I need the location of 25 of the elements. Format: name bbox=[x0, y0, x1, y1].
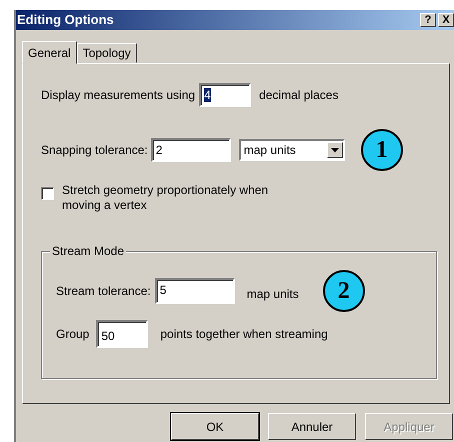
tab[interactable]: General bbox=[22, 41, 77, 64]
tab[interactable]: Topology bbox=[76, 43, 137, 63]
window-title: Editing Options bbox=[17, 11, 115, 30]
field-label: Display measurements using bbox=[41, 87, 196, 104]
field-suffix: decimal places bbox=[259, 87, 338, 104]
snapping-tolerance-field[interactable]: 2 bbox=[150, 138, 231, 162]
checkbox[interactable] bbox=[41, 187, 54, 200]
callout-number: 2 bbox=[322, 270, 365, 312]
callout-number: 1 bbox=[360, 129, 403, 171]
field-label: Stream tolerance: bbox=[56, 283, 151, 300]
group-title: Stream Mode bbox=[50, 244, 126, 258]
checkbox-label: Stretch geometry proportionately when moving a vertex bbox=[62, 183, 270, 213]
field-label: Group bbox=[56, 326, 90, 343]
group-points-field[interactable]: 50 bbox=[96, 320, 148, 348]
dialog-button[interactable]: Annuler bbox=[268, 413, 356, 440]
stream-tolerance-field[interactable]: 5 bbox=[154, 278, 235, 304]
title-bar-button[interactable]: X bbox=[438, 13, 454, 27]
title-bar-button[interactable]: ? bbox=[420, 13, 436, 27]
units-dropdown[interactable]: map units bbox=[238, 139, 345, 161]
dialog-button[interactable]: OK bbox=[171, 413, 259, 440]
field-label: Snapping tolerance: bbox=[41, 142, 148, 159]
field-suffix: points together when streaming bbox=[160, 326, 328, 343]
decimal-places-field[interactable]: 4 bbox=[199, 83, 252, 107]
units-label: map units bbox=[246, 286, 299, 303]
dropdown-value: map units bbox=[244, 142, 296, 159]
